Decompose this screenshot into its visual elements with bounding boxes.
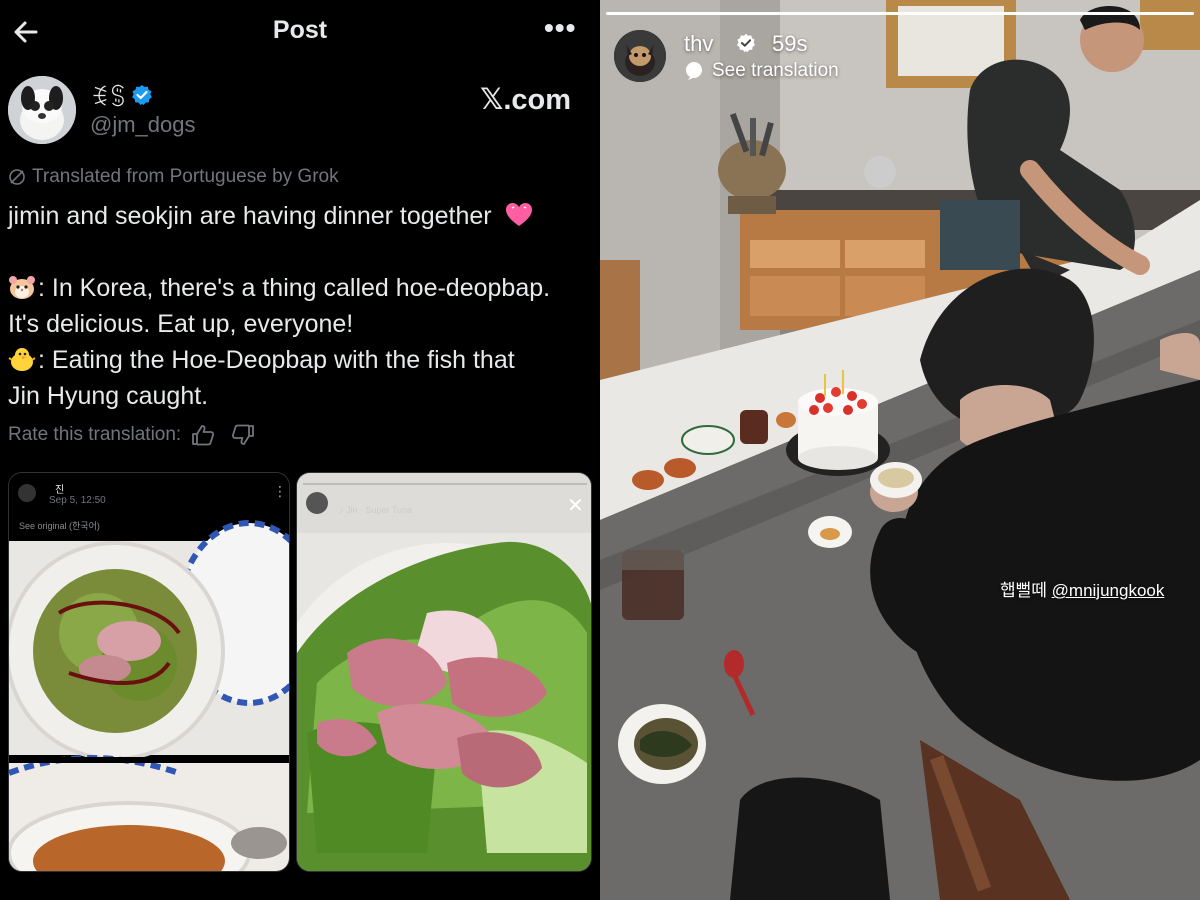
rate-translation: Rate this translation:: [8, 424, 255, 446]
post-text: jimin and seokjin are having dinner toge…: [8, 198, 593, 414]
thumbs-down-icon[interactable]: [231, 424, 255, 446]
chick-emoji-icon: [8, 348, 36, 371]
see-translation-button[interactable]: See translation: [684, 60, 839, 82]
media1-more-icon[interactable]: ⋮: [273, 483, 287, 500]
rice-bowl-photo: [9, 473, 289, 871]
media-thumbnail-1[interactable]: 진 Sep 5, 12:50 See original (한국어) ⋮: [8, 472, 290, 872]
story-avatar[interactable]: [614, 30, 666, 82]
post-line-1: jimin and seokjin are having dinner toge…: [8, 198, 593, 234]
source-badge: 𝕏.com: [480, 84, 572, 116]
verified-badge-icon: [737, 33, 755, 53]
media1-see-original-link[interactable]: See original (한국어): [19, 519, 100, 532]
media2-music-label: ♪ Jin · Super Tuna: [339, 505, 413, 515]
salad-sashimi-photo: [297, 473, 591, 871]
story-timestamp: 59s: [772, 31, 808, 56]
close-icon[interactable]: ✕: [567, 493, 584, 518]
music-icon: ♪: [339, 505, 347, 515]
x-post-panel: Post ••• ꉂꌚ @jm_dogs 𝕏.com Translated fr…: [0, 0, 600, 900]
translated-note: Translated from Portuguese by Grok: [8, 166, 339, 188]
story-username[interactable]: thv: [684, 31, 713, 57]
see-translation-icon: [686, 62, 702, 80]
rate-translation-label: Rate this translation:: [8, 424, 182, 445]
thumbs-up-icon[interactable]: [191, 424, 215, 446]
mention-link[interactable]: @mnijungkook: [1052, 581, 1165, 600]
story-mention-tag[interactable]: 햅뻘떼 @mnijungkook: [1000, 576, 1164, 601]
story-progress-fill: [606, 12, 1194, 15]
more-dots-icon[interactable]: •••: [544, 14, 576, 42]
avatar[interactable]: [8, 76, 76, 144]
media2-author-name: j.m · 2 min: [337, 492, 384, 503]
hamster-emoji-icon: [9, 276, 35, 299]
media-thumbnail-2[interactable]: j.m · 2 min ♪ Jin · Super Tuna ✕: [296, 472, 592, 872]
see-translation-label: See translation: [712, 60, 839, 81]
media1-author-name: 진: [55, 485, 65, 496]
author-handle[interactable]: @jm_dogs: [90, 112, 196, 138]
page-title: Post: [272, 16, 328, 44]
post-line-4: : Eating the Hoe-Deopbap with the fish t…: [8, 342, 593, 378]
post-line-3: It's delicious. Eat up, everyone!: [8, 310, 354, 338]
post-topbar: Post •••: [0, 0, 600, 62]
author-display-name[interactable]: ꉂꌚ: [90, 80, 128, 113]
heart-emoji-icon: [505, 203, 532, 226]
post-line-2: : In Korea, there's a thing called hoe-d…: [8, 270, 593, 306]
story-progress-bar: [606, 12, 1194, 15]
post-blank-line: [8, 234, 593, 270]
media1-date: Sep 5, 12:50: [49, 495, 106, 506]
translated-note-text: Translated from Portuguese by Grok: [32, 166, 339, 187]
story-photo: [600, 0, 1200, 900]
translate-icon: [9, 169, 25, 185]
verified-badge-icon: [132, 85, 152, 105]
story-panel: thv 59s See translation 햅뻘떼 @mnijungkook: [600, 0, 1200, 900]
post-line-5: Jin Hyung caught.: [8, 382, 209, 410]
